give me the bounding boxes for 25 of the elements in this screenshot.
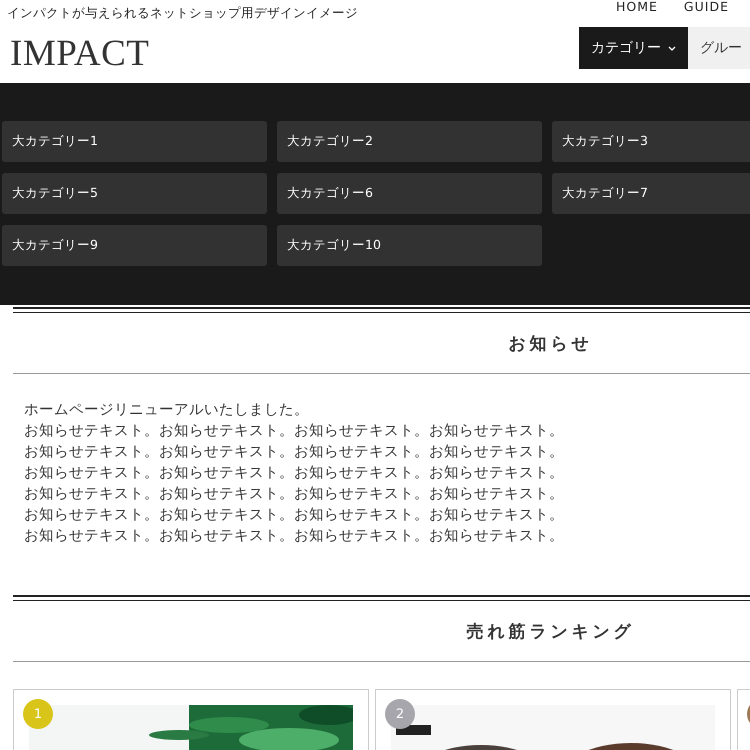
tagline: インパクトが与えられるネットショップ用デザインイメージ — [7, 5, 358, 21]
news-text: ホームページリニューアルいたしました。 — [24, 401, 310, 420]
category-link[interactable]: 大カテゴリー9 — [2, 225, 267, 266]
news-text: お知らせテキスト。お知らせテキスト。お知らせテキスト。お知らせテキスト。 — [24, 422, 565, 441]
category-link[interactable]: 大カテゴリー5 — [2, 173, 267, 214]
category-link[interactable]: 大カテゴリー2 — [277, 121, 542, 162]
news-text: お知らせテキスト。お知らせテキスト。お知らせテキスト。お知らせテキスト。 — [24, 506, 565, 525]
category-link[interactable]: 大カテゴリー3 — [552, 121, 750, 162]
section-heading: お知らせ — [13, 313, 750, 374]
section-heading: 売れ筋ランキング — [13, 601, 750, 662]
header-link[interactable]: GUIDE — [684, 0, 729, 14]
news-text: お知らせテキスト。お知らせテキスト。お知らせテキスト。お知らせテキスト。 — [24, 527, 565, 546]
header-link[interactable]: HOME — [616, 0, 658, 14]
category-link[interactable]: 大カテゴリー10 — [277, 225, 542, 266]
rank-badge: 1 — [23, 699, 53, 729]
news-text: お知らせテキスト。お知らせテキスト。お知らせテキスト。お知らせテキスト。 — [24, 485, 565, 504]
news-text: お知らせテキスト。お知らせテキスト。お知らせテキスト。お知らせテキスト。 — [24, 464, 565, 483]
site-logo[interactable]: IMPACT — [10, 32, 358, 75]
news-text: お知らせテキスト。お知らせテキスト。お知らせテキスト。お知らせテキスト。 — [24, 443, 565, 462]
nav-tab[interactable]: グルー — [688, 27, 750, 69]
nav-tab[interactable]: カテゴリー — [579, 27, 688, 69]
rank-badge: 2 — [385, 699, 415, 729]
category-link[interactable]: 大カテゴリー7 — [552, 173, 750, 214]
category-link[interactable]: 大カテゴリー1 — [2, 121, 267, 162]
category-link[interactable]: 大カテゴリー6 — [277, 173, 542, 214]
